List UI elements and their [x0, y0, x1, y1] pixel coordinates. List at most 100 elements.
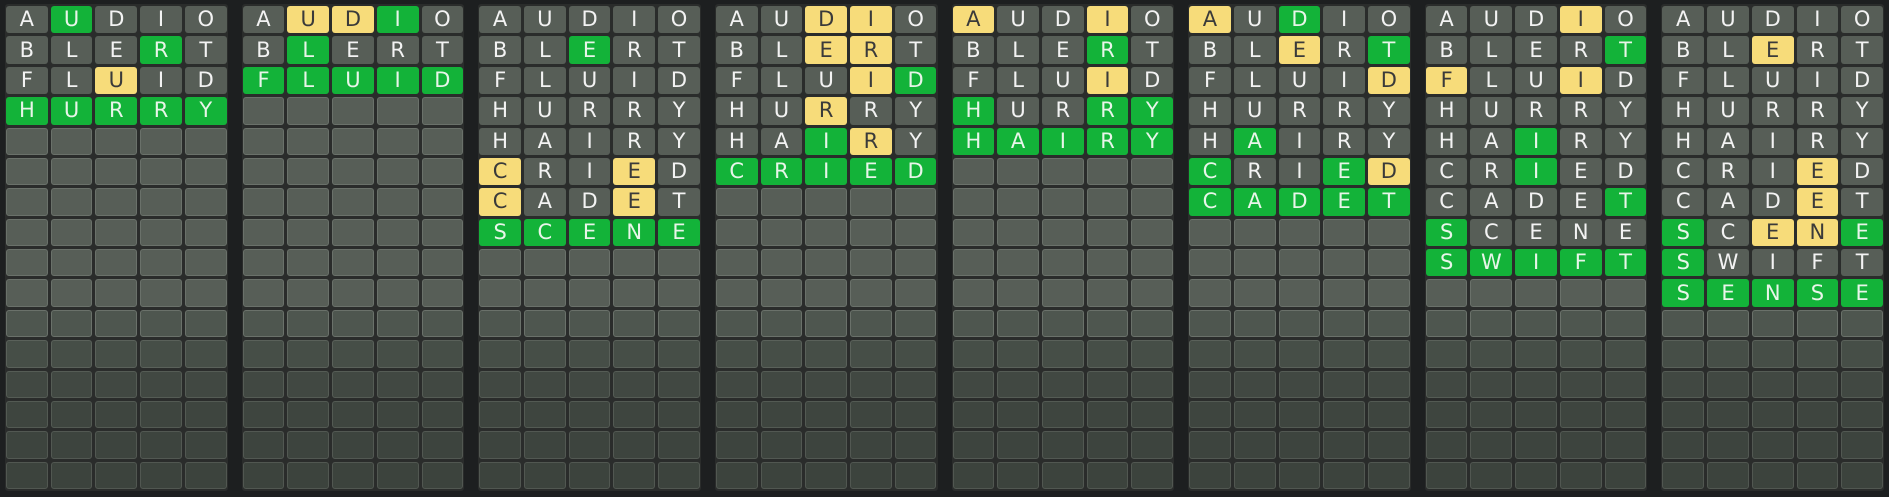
letter-tile: D — [1368, 157, 1410, 186]
empty-tile — [1323, 249, 1366, 277]
game-board-1: AUDIOBLERTFLUIDHURRY — [5, 4, 228, 491]
letter-tile: E — [1041, 36, 1084, 64]
empty-tile — [287, 370, 330, 398]
empty-tile — [1425, 340, 1468, 368]
empty-tile — [1086, 400, 1129, 429]
letter-tile: D — [1131, 66, 1174, 95]
empty-tile — [1368, 461, 1410, 489]
empty-tile — [715, 400, 758, 429]
letter-tile: D — [95, 6, 138, 34]
letter-tile: L — [1470, 66, 1513, 95]
empty-tile — [1796, 370, 1839, 398]
letter-tile: I — [376, 6, 419, 34]
game-board-6: AUDIOBLERTFLUIDHURRYHAIRYCRIEDCADET — [1188, 4, 1411, 491]
letter-tile: E — [1323, 157, 1366, 186]
empty-tile — [1559, 340, 1602, 368]
empty-tile — [479, 309, 521, 338]
empty-tile — [242, 97, 285, 125]
empty-tile — [658, 400, 700, 429]
empty-tile — [376, 157, 419, 186]
empty-tile — [1131, 461, 1174, 489]
empty-tile — [1751, 340, 1794, 368]
empty-tile — [376, 309, 419, 338]
letter-tile: R — [613, 97, 656, 125]
empty-tile — [952, 157, 995, 186]
empty-tile — [1751, 431, 1794, 459]
empty-tile — [6, 218, 48, 246]
game-board-3: AUDIOBLERTFLUIDHURRYHAIRYCRIEDCADETSCENE — [478, 4, 701, 491]
empty-tile — [1323, 309, 1366, 338]
empty-tile — [376, 461, 419, 489]
empty-tile — [894, 188, 937, 216]
empty-tile — [613, 461, 656, 489]
letter-tile: I — [1086, 66, 1129, 95]
empty-tile — [850, 249, 892, 277]
letter-tile: R — [850, 36, 892, 64]
empty-tile — [1841, 400, 1883, 429]
empty-tile — [184, 249, 227, 277]
letter-tile: L — [760, 66, 803, 95]
empty-tile — [1470, 370, 1513, 398]
empty-tile — [242, 370, 285, 398]
letter-tile: N — [1559, 218, 1602, 246]
letter-tile: I — [1323, 66, 1366, 95]
empty-tile — [242, 340, 285, 368]
empty-tile — [479, 249, 521, 277]
empty-tile — [760, 431, 803, 459]
empty-tile — [523, 370, 566, 398]
letter-tile: R — [95, 97, 138, 125]
letter-tile: E — [658, 218, 700, 246]
empty-tile — [523, 340, 566, 368]
empty-tile — [6, 461, 48, 489]
letter-tile: E — [1515, 218, 1557, 246]
empty-tile — [1425, 431, 1468, 459]
empty-tile — [568, 340, 611, 368]
empty-tile — [376, 279, 419, 307]
letter-tile: U — [997, 97, 1039, 125]
empty-tile — [242, 309, 285, 338]
empty-tile — [376, 188, 419, 216]
empty-tile — [1368, 400, 1410, 429]
letter-tile: E — [1751, 218, 1794, 246]
empty-tile — [1368, 370, 1410, 398]
letter-tile: E — [805, 36, 848, 64]
empty-tile — [95, 279, 138, 307]
empty-tile — [6, 279, 48, 307]
letter-tile: H — [715, 97, 758, 125]
empty-tile — [50, 309, 93, 338]
letter-tile: R — [140, 36, 182, 64]
empty-tile — [376, 97, 419, 125]
empty-tile — [1751, 400, 1794, 429]
empty-tile — [850, 431, 892, 459]
letter-tile: I — [850, 6, 892, 34]
empty-tile — [332, 370, 374, 398]
empty-tile — [1278, 218, 1321, 246]
letter-tile: E — [568, 36, 611, 64]
empty-tile — [140, 309, 182, 338]
empty-tile — [1323, 279, 1366, 307]
letter-tile: Y — [894, 97, 937, 125]
letter-tile: W — [1707, 249, 1749, 277]
letter-tile: D — [568, 188, 611, 216]
letter-tile: C — [1662, 157, 1705, 186]
letter-tile: E — [1278, 36, 1321, 64]
empty-tile — [95, 127, 138, 155]
letter-tile: I — [568, 127, 611, 155]
letter-tile: U — [1278, 66, 1321, 95]
empty-tile — [760, 340, 803, 368]
empty-tile — [523, 309, 566, 338]
empty-tile — [140, 461, 182, 489]
letter-tile: C — [479, 188, 521, 216]
empty-tile — [421, 309, 464, 338]
empty-tile — [760, 188, 803, 216]
letter-tile: U — [1233, 6, 1276, 34]
letter-tile: R — [140, 97, 182, 125]
letter-tile: H — [1189, 97, 1231, 125]
letter-tile: S — [1662, 218, 1705, 246]
letter-tile: T — [1368, 188, 1410, 216]
letter-tile: N — [1796, 218, 1839, 246]
game-board-5: AUDIOBLERTFLUIDHURRYHAIRY — [951, 4, 1175, 491]
empty-tile — [95, 431, 138, 459]
letter-tile: Y — [658, 97, 700, 125]
letter-tile: F — [1559, 249, 1602, 277]
